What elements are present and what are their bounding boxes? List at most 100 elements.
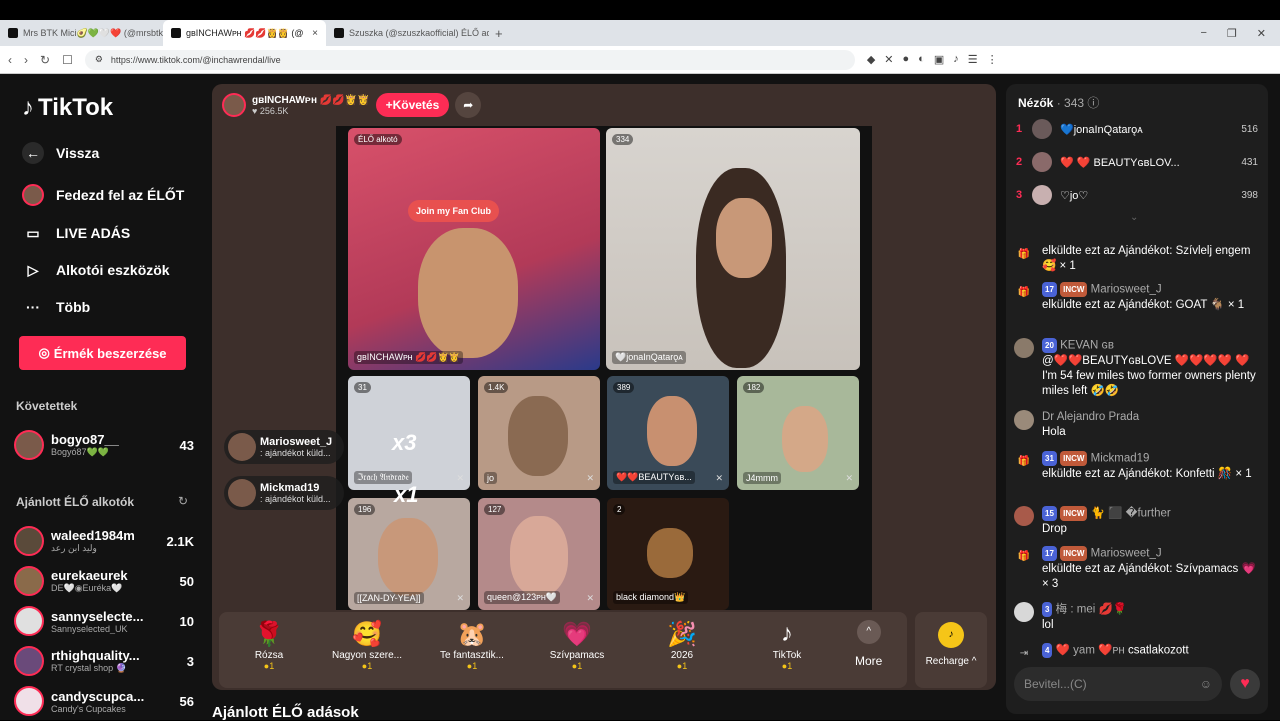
- avatar[interactable]: [1014, 338, 1034, 358]
- follow-button[interactable]: +Követés: [375, 93, 450, 117]
- recommended-creators-heading: Ajánlott ÉLŐ alkotók: [16, 495, 135, 509]
- rose-icon: 🌹: [254, 621, 284, 648]
- chat-username[interactable]: Mariosweet_J: [1091, 548, 1162, 560]
- top-viewer-row[interactable]: 3 ♡jo♡ 398: [1016, 184, 1258, 206]
- gift-item[interactable]: ♪ TikTok ●1: [737, 620, 837, 671]
- gift-icon: 🎁: [1017, 550, 1031, 562]
- avatar[interactable]: [1014, 506, 1034, 526]
- celebration-icon: 🎉: [667, 621, 697, 648]
- new-tab-icon[interactable]: +: [495, 26, 503, 41]
- chat-username[interactable]: 梅 : mei 💋🌹: [1056, 604, 1127, 616]
- gift-item[interactable]: 💗 Szívpamacs ●1: [527, 620, 627, 671]
- avatar[interactable]: [1014, 410, 1034, 430]
- extension-icon[interactable]: ◐: [918, 53, 925, 66]
- chat-message: 🎁 17 INCW Mariosweet_J elküldte ezt az Aj…: [1014, 546, 1262, 592]
- host-video-cell[interactable]: ÉLŐ alkotó Join my Fan Club gʙINCHAWᴘʜ 💋…: [348, 128, 600, 370]
- more-gifts-button[interactable]: ^ More: [855, 620, 882, 668]
- guest-face: [782, 406, 828, 472]
- live-video[interactable]: ÉLŐ alkotó Join my Fan Club gʙINCHAWᴘʜ 💋…: [336, 126, 872, 610]
- guest-video-cell[interactable]: 182 J4mmm ✕: [737, 376, 859, 490]
- gift-item[interactable]: 🥰 Nagyon szere... ●1: [317, 620, 417, 671]
- recommended-account[interactable]: candyscupca... Candy's Cupcakes 56: [14, 684, 194, 718]
- extension-icon[interactable]: ☰: [968, 53, 978, 66]
- tiktok-logo[interactable]: ♪ TikTok: [22, 94, 113, 122]
- extension-icon[interactable]: ✕: [884, 53, 893, 66]
- extension-icon[interactable]: ▣: [934, 53, 944, 66]
- guest-video-cell[interactable]: 389 ❤️❤️BEAUTYɢʙ... ✕: [607, 376, 729, 490]
- back-link[interactable]: ← Vissza: [22, 142, 99, 164]
- avatar: [1032, 119, 1052, 139]
- chat-username[interactable]: 🐈 ⬛ �further: [1091, 508, 1171, 520]
- host-face: [418, 228, 518, 358]
- share-icon[interactable]: ➦: [455, 92, 482, 118]
- reload-icon[interactable]: ↻: [40, 53, 50, 67]
- gift-item[interactable]: 🌹 Rózsa ●1: [219, 620, 319, 671]
- info-icon[interactable]: ⓘ: [1087, 96, 1099, 110]
- address-bar: ‹ › ↻ ☐ ⚙ https://www.tiktok.com/@inchawr…: [0, 46, 1280, 74]
- avatar[interactable]: [1014, 602, 1034, 622]
- viewers-heading[interactable]: Nézők · 343 ⓘ: [1018, 94, 1099, 111]
- gift-item[interactable]: 🐹 Te fantasztik... ●1: [422, 620, 522, 671]
- tiger-image: [647, 528, 693, 578]
- fan-club-button[interactable]: Join my Fan Club: [408, 200, 500, 222]
- avatar: [1032, 152, 1052, 172]
- chevron-down-icon[interactable]: ⌄: [1130, 212, 1138, 223]
- guest-video-cell[interactable]: 127 queen@123ᴘʜ🤍 ✕: [478, 498, 600, 610]
- bookmark-icon[interactable]: ☐: [62, 53, 73, 67]
- recommended-account[interactable]: eurekaeurek DE🤍◉Euréka🤍 50: [14, 564, 194, 598]
- camera-icon: ▭: [26, 224, 40, 241]
- guest-video-cell[interactable]: 2 black diamond👑: [607, 498, 729, 610]
- arrow-left-icon: ←: [22, 142, 44, 164]
- guest-video-cell[interactable]: 334 🤍jonaInQatarǫᴀ: [606, 128, 860, 370]
- nav-live[interactable]: ▭ LIVE ADÁS: [22, 222, 130, 244]
- chat-username[interactable]: Mariosweet_J: [1091, 284, 1162, 296]
- chat-username[interactable]: ❤️ yam ❤️ᴘʜ: [1056, 645, 1125, 657]
- recommended-account[interactable]: waleed1984m وليد ابن رعد 2.1K: [14, 524, 194, 558]
- url-field[interactable]: ⚙ https://www.tiktok.com/@inchawrendal/li…: [84, 49, 855, 70]
- chat-username[interactable]: Dr Alejandro Prada: [1042, 411, 1139, 423]
- extension-icon[interactable]: ⋮: [987, 53, 998, 66]
- recommended-account[interactable]: rthighquality... RT crystal shop 🔮 3: [14, 644, 194, 678]
- extension-icon[interactable]: ●: [903, 53, 910, 66]
- browser-tab[interactable]: Mrs BTK Mici🥑💚🤍❤️ (@mrsbtk)×: [0, 20, 163, 46]
- following-account[interactable]: bogyo87__ Bogyó87💚💚 43: [14, 428, 194, 462]
- guest-video-cell[interactable]: 196 [[ZAN-DY-YEA]] ✕: [348, 498, 470, 610]
- close-window-icon[interactable]: ✕: [1257, 27, 1266, 40]
- extension-icon[interactable]: ♪: [953, 53, 959, 66]
- gift-item[interactable]: 🎉 2026 ●1: [632, 620, 732, 671]
- chat-username[interactable]: KEVAN ɢʙ: [1060, 340, 1114, 352]
- chat-input[interactable]: Bevitel...(C) ☺: [1014, 667, 1222, 701]
- avatar: [14, 430, 44, 460]
- forward-icon[interactable]: ›: [24, 53, 28, 67]
- like-heart-button[interactable]: ♥: [1230, 669, 1260, 699]
- restore-icon[interactable]: ❐: [1227, 27, 1237, 40]
- host-avatar[interactable]: [222, 93, 246, 117]
- chat-message: ⇥ 4 ❤️ yam ❤️ᴘʜ csatlakozott: [1014, 643, 1262, 663]
- guest-face: [716, 198, 772, 278]
- back-icon[interactable]: ‹: [8, 53, 12, 67]
- recommended-live-heading: Ajánlott ÉLŐ adások: [212, 704, 359, 721]
- browser-tab-bar: Mrs BTK Mici🥑💚🤍❤️ (@mrsbtk)× gʙINCHAWᴘʜ …: [0, 20, 1280, 46]
- refresh-icon[interactable]: ↻: [178, 494, 188, 508]
- recharge-button[interactable]: ♪ Recharge ^: [915, 612, 987, 688]
- hamster-icon: 🐹: [457, 621, 487, 648]
- close-tab-icon[interactable]: ×: [312, 28, 318, 39]
- extension-icon[interactable]: ◆: [867, 53, 875, 66]
- top-viewer-row[interactable]: 2 ❤️ ❤️ BEAUTYɢʙLOV... 431: [1016, 151, 1258, 173]
- browser-tab[interactable]: Szuszka (@szuszkaofficial) ÉLŐ adás×: [326, 20, 489, 46]
- guest-video-cell[interactable]: 1.4K jo ✕: [478, 376, 600, 490]
- nav-more[interactable]: ··· Több: [22, 296, 90, 318]
- emoji-icon[interactable]: ☺: [1200, 677, 1212, 691]
- recommended-account[interactable]: sannyselecte... Sannyselected_UK 10: [14, 604, 194, 638]
- minimize-icon[interactable]: −: [1200, 27, 1206, 40]
- chat-message: 15 INCW 🐈 ⬛ �further Drop: [1014, 506, 1262, 537]
- nav-creator-tools[interactable]: ▷ Alkotói eszközök: [22, 259, 170, 281]
- site-info-icon[interactable]: ⚙: [95, 54, 103, 65]
- get-coins-button[interactable]: ◎ Érmék beszerzése: [19, 336, 186, 370]
- host-info: gʙINCHAWᴘʜ 💋💋👸👸 ♥ 256.5K +Követés ➦: [222, 92, 482, 118]
- tiktok-note-icon: ♪: [781, 620, 793, 647]
- chat-username[interactable]: Mickmad19: [1091, 453, 1150, 465]
- top-viewer-row[interactable]: 1 💙jonaInQatarǫᴀ 516: [1016, 118, 1258, 140]
- nav-explore-live[interactable]: Fedezd fel az ÉLŐT: [22, 184, 184, 206]
- browser-tab-active[interactable]: gʙINCHAWᴘʜ 💋💋👸👸 (@ ×: [163, 20, 326, 46]
